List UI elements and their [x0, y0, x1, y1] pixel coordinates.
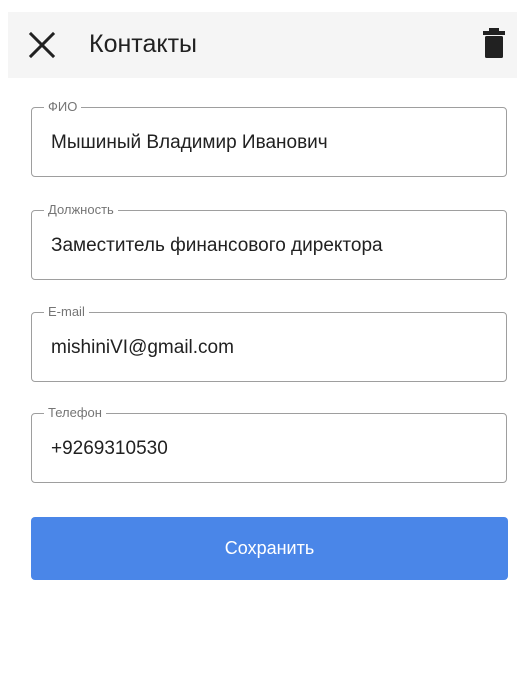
phone-value: +9269310530: [51, 438, 168, 459]
position-field[interactable]: Должность Заместитель финансового директ…: [31, 202, 507, 280]
phone-field[interactable]: Телефон +9269310530: [31, 405, 507, 483]
email-field[interactable]: E-mail mishiniVI@gmail.com: [31, 304, 507, 382]
close-icon[interactable]: [26, 29, 58, 61]
full-name-value: Мышиный Владимир Иванович: [51, 132, 328, 153]
position-label: Должность: [44, 202, 118, 218]
trash-icon[interactable]: [482, 28, 506, 58]
app-header: Контакты: [8, 12, 517, 78]
page-title: Контакты: [89, 30, 197, 58]
full-name-label: ФИО: [44, 99, 82, 115]
position-value: Заместитель финансового директора: [51, 235, 383, 256]
save-button[interactable]: Сохранить: [31, 517, 508, 580]
phone-label: Телефон: [44, 405, 106, 421]
full-name-field[interactable]: ФИО Мышиный Владимир Иванович: [31, 99, 507, 177]
email-label: E-mail: [44, 304, 89, 320]
email-value: mishiniVI@gmail.com: [51, 337, 234, 358]
